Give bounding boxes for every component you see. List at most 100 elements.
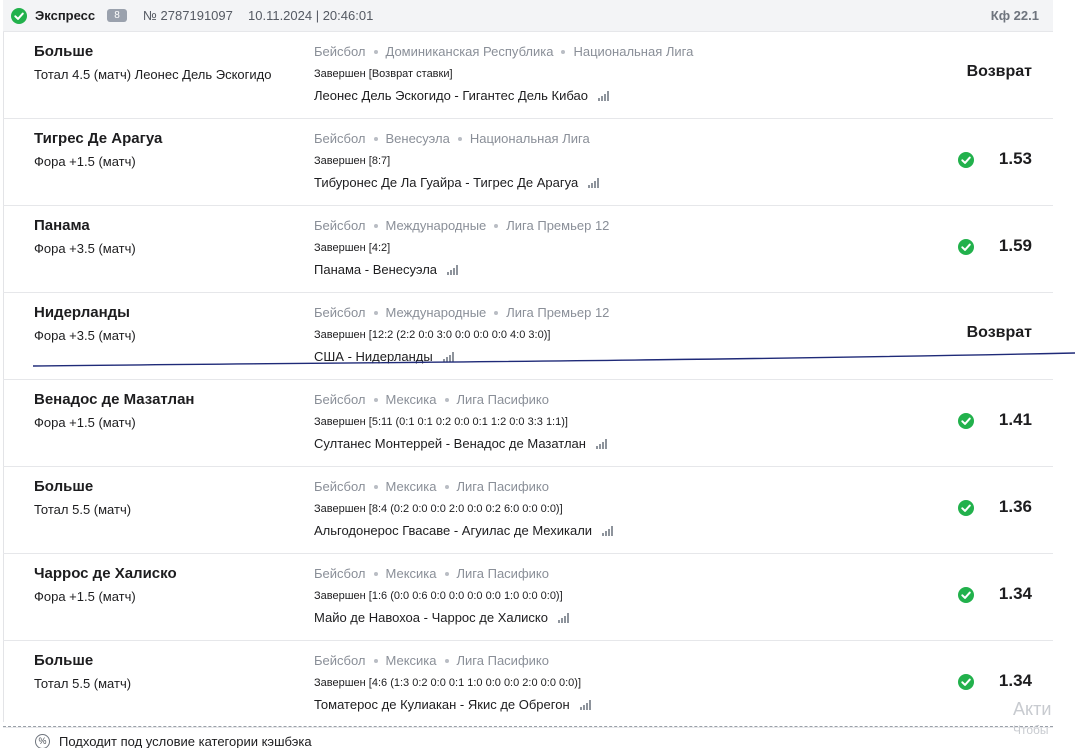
event-row[interactable]: Больше Тотал 5.5 (матч) Бейсбол Мексика Лига… [3, 467, 1053, 554]
bet-type: Экспресс [35, 8, 96, 23]
event-breadcrumb: Бейсбол Мексика Лига Пасифико [314, 653, 549, 668]
event-odds: 1.41 [998, 410, 1032, 429]
match-name[interactable]: Альгодонерос Гвасаве - Агуилас де Мехика… [314, 523, 592, 538]
separator-dot [444, 484, 449, 489]
sport-label: Бейсбол [314, 44, 366, 59]
cashback-text: Подходит под условие категории кэшбэка [59, 734, 312, 748]
country-label: Мексика [385, 566, 437, 581]
event-odds: 1.34 [998, 671, 1032, 690]
stats-icon[interactable] [595, 438, 607, 449]
selection-name: Больше [34, 652, 94, 669]
match-name[interactable]: Панама - Венесуэла [314, 262, 437, 277]
event-odds: 1.59 [998, 236, 1032, 255]
sport-label: Бейсбол [314, 131, 366, 146]
win-check-icon [958, 152, 974, 168]
event-status: Завершен [8:7] [314, 155, 391, 167]
separator-dot [373, 136, 378, 141]
event-row[interactable]: Тигрес Де Арагуа Фора +1.5 (матч) Бейсбол В… [3, 119, 1053, 206]
event-breadcrumb: Бейсбол Доминиканская Республика Националь… [314, 44, 693, 59]
event-status: Завершен [8:4 (0:2 0:0 0:0 2:0 0:0 0:2 6… [314, 503, 563, 515]
league-label: Лига Пасифико [456, 392, 549, 407]
league-label: Национальная Лига [469, 131, 590, 146]
country-label: Доминиканская Республика [385, 44, 554, 59]
event-row[interactable]: Больше Тотал 4.5 (матч) Леонес Дель Эског… [3, 32, 1053, 119]
match-line: Томатерос де Кулиакан - Якис де Обрегон [314, 697, 591, 712]
event-row[interactable]: Больше Тотал 5.5 (матч) Бейсбол Мексика Лига… [3, 641, 1053, 728]
match-line: Панама - Венесуэла [314, 262, 459, 277]
market-name: Фора +3.5 (матч) [34, 241, 136, 256]
stats-icon[interactable] [442, 351, 454, 362]
event-row[interactable]: Чаррос де Халиско Фора +1.5 (матч) Бейсбол… [3, 554, 1053, 641]
market-name: Тотал 4.5 (матч) Леонес Дель Эскогидо [34, 67, 272, 82]
win-check-icon [958, 239, 974, 255]
match-name[interactable]: Султанес Монтеррей - Венадос де Мазатлан [314, 436, 586, 451]
cashback-note: % Подходит под условие категории кэшбэка [35, 734, 312, 748]
sport-label: Бейсбол [314, 305, 366, 320]
league-label: Национальная Лига [573, 44, 694, 59]
separator-dot [444, 658, 449, 663]
result-label: Возврат [966, 63, 1032, 80]
bet-datetime: 10.11.2024 | 20:46:01 [248, 8, 374, 23]
match-line: Альгодонерос Гвасаве - Агуилас де Мехика… [314, 523, 614, 538]
stats-icon[interactable] [447, 264, 459, 275]
separator-dot [373, 223, 378, 228]
selection-name: Больше [34, 478, 94, 495]
selection-name: Венадос де Мазатлан [34, 391, 195, 408]
event-status: Завершен [Возврат ставки] [314, 68, 453, 80]
footer-divider [3, 726, 1053, 727]
separator-dot [373, 397, 378, 402]
country-label: Международные [385, 305, 487, 320]
stats-icon[interactable] [579, 699, 591, 710]
event-status: Завершен [5:11 (0:1 0:1 0:2 0:0 0:1 1:2 … [314, 416, 568, 428]
league-label: Лига Пасифико [456, 479, 549, 494]
event-row[interactable]: Венадос де Мазатлан Фора +1.5 (матч) Бейсб… [3, 380, 1053, 467]
separator-dot [444, 571, 449, 576]
market-name: Фора +1.5 (матч) [34, 589, 136, 604]
country-label: Мексика [385, 392, 437, 407]
sport-label: Бейсбол [314, 653, 366, 668]
stats-icon[interactable] [597, 90, 609, 101]
match-name[interactable]: Томатерос де Кулиакан - Якис де Обрегон [314, 697, 570, 712]
stats-icon[interactable] [588, 177, 600, 188]
match-line: Майо де Навохоа - Чаррос де Халиско [314, 610, 569, 625]
match-name[interactable]: США - Нидерланды [314, 349, 433, 364]
match-name[interactable]: Тибуронес Де Ла Гуайра - Тигрес Де Арагу… [314, 175, 578, 190]
check-circle-icon [11, 8, 27, 24]
selection-name: Тигрес Де Арагуа [34, 130, 163, 147]
stats-icon[interactable] [602, 525, 614, 536]
match-name[interactable]: Майо де Навохоа - Чаррос де Халиско [314, 610, 548, 625]
sport-label: Бейсбол [314, 479, 366, 494]
match-line: Тибуронес Де Ла Гуайра - Тигрес Де Арагу… [314, 175, 600, 190]
event-odds: 1.34 [998, 584, 1032, 603]
event-odds: 1.36 [998, 497, 1032, 516]
league-label: Лига Премьер 12 [506, 305, 610, 320]
separator-dot [444, 397, 449, 402]
total-coefficient: Кф 22.1 [990, 8, 1039, 23]
activation-watermark-sub: Чтобы [1013, 723, 1049, 737]
win-check-icon [958, 674, 974, 690]
event-odds: 1.53 [998, 149, 1032, 168]
market-name: Фора +1.5 (матч) [34, 415, 136, 430]
league-label: Лига Премьер 12 [506, 218, 610, 233]
selection-name: Чаррос де Халиско [34, 565, 177, 582]
market-name: Тотал 5.5 (матч) [34, 502, 132, 517]
league-label: Лига Пасифико [456, 653, 549, 668]
match-line: Леонес Дель Эскогидо - Гигантес Дель Киб… [314, 88, 609, 103]
match-name[interactable]: Леонес Дель Эскогидо - Гигантес Дель Киб… [314, 88, 588, 103]
selection-name: Панама [34, 217, 90, 234]
match-line: США - Нидерланды [314, 349, 454, 364]
win-check-icon [958, 413, 974, 429]
stats-icon[interactable] [558, 612, 569, 623]
separator-dot [494, 223, 499, 228]
result-label: Возврат [966, 324, 1032, 341]
activation-watermark: Акти [1013, 699, 1052, 719]
separator-dot [494, 310, 499, 315]
bet-header[interactable]: Экспресс 8 № 2787191097 10.11.2024 | 20:… [3, 0, 1053, 32]
event-status: Завершен [4:6 (1:3 0:2 0:0 0:1 1:0 0:0 0… [314, 677, 581, 689]
events-count-badge: 8 [107, 9, 127, 22]
event-row[interactable]: Панама Фора +3.5 (матч) Бейсбол Международн… [3, 206, 1053, 293]
win-check-icon [958, 500, 974, 516]
event-breadcrumb: Бейсбол Венесуэла Национальная Лига [314, 131, 590, 146]
event-row[interactable]: Нидерланды Фора +3.5 (матч) Бейсбол Междуна… [3, 293, 1053, 380]
country-label: Мексика [385, 653, 437, 668]
